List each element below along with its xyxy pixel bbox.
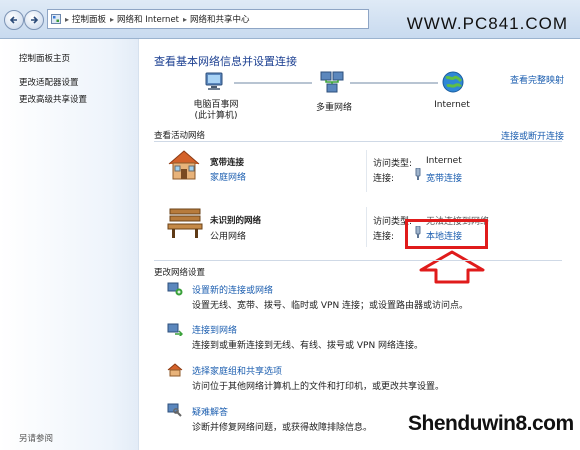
- access-type-value: Internet: [426, 156, 462, 166]
- map-connector-line: [234, 82, 312, 84]
- watermark-top: WWW.PC841.COM: [406, 14, 568, 33]
- sidebar: 控制面板主页 更改适配器设置 更改高级共享设置 另请参阅: [0, 39, 139, 450]
- divider: [154, 260, 562, 261]
- connections-label: 连接:: [373, 232, 395, 242]
- page-title: 查看基本网络信息并设置连接: [154, 55, 297, 68]
- forward-button[interactable]: [24, 10, 44, 30]
- map-internet-label: Internet: [434, 100, 470, 110]
- map-network-label: 多重网络: [315, 103, 352, 113]
- map-connector-line: [350, 82, 438, 84]
- homegroup-icon: [167, 363, 183, 380]
- control-panel-icon: [51, 14, 61, 24]
- task-description: 连接到或重新连接到无线、有线、拨号或 VPN 网络连接。: [192, 341, 424, 351]
- network-type: 公用网络: [210, 232, 247, 242]
- network-name: 宽带连接: [210, 158, 245, 168]
- computer-name: 电脑百事网: [193, 100, 239, 110]
- computer-subtitle: (此计算机): [194, 111, 238, 121]
- map-computer-label: 电脑百事网 (此计算机): [189, 100, 243, 122]
- divider: [366, 150, 367, 192]
- house-icon: [166, 148, 202, 185]
- task-description: 诊断并修复网络问题，或获得故障排除信息。: [192, 423, 373, 433]
- chevron-right-icon: ▸: [110, 14, 115, 24]
- watermark-bottom: Shenduwin8.com: [408, 412, 574, 435]
- connect-network-icon: [167, 322, 184, 339]
- troubleshoot-icon: [167, 403, 183, 420]
- breadcrumb-network-center[interactable]: 网络和共享中心: [190, 13, 250, 25]
- setup-connection-icon: [167, 282, 183, 299]
- task-description: 设置无线、宽带、拨号、临时或 VPN 连接；或设置路由器或访问点。: [192, 301, 469, 311]
- multiple-networks-icon: [319, 70, 345, 97]
- highlight-box: [405, 219, 488, 249]
- access-type-label: 访问类型:: [373, 159, 413, 169]
- chevron-right-icon: ▸: [65, 14, 70, 24]
- task-homegroup-sharing[interactable]: 选择家庭组和共享选项: [192, 364, 282, 377]
- up-arrow-annotation: [418, 250, 486, 287]
- connections-label: 连接:: [373, 174, 395, 184]
- task-description: 访问位于其他网络计算机上的文件和打印机，或更改共享设置。: [192, 382, 445, 392]
- change-settings-heading: 更改网络设置: [154, 268, 206, 278]
- broadband-connection-link[interactable]: 宽带连接: [426, 171, 462, 184]
- sidebar-item-adapter-settings[interactable]: 更改适配器设置: [19, 76, 79, 88]
- divider: [154, 141, 562, 142]
- network-name: 未识别的网络: [210, 216, 262, 226]
- sidebar-item-control-panel-home[interactable]: 控制面板主页: [19, 52, 70, 64]
- internet-globe-icon: [442, 71, 464, 96]
- back-button[interactable]: [4, 10, 24, 30]
- sidebar-item-advanced-sharing[interactable]: 更改高级共享设置: [19, 93, 87, 105]
- task-troubleshoot[interactable]: 疑难解答: [192, 405, 228, 418]
- network-type-link[interactable]: 家庭网络: [210, 170, 246, 183]
- divider: [366, 207, 367, 247]
- computer-icon: [204, 72, 226, 95]
- breadcrumb-network-internet[interactable]: 网络和 Internet: [117, 13, 179, 25]
- active-networks-heading: 查看活动网络: [154, 131, 206, 141]
- task-setup-connection[interactable]: 设置新的连接或网络: [192, 283, 273, 296]
- title-bar: ▸ 控制面板 ▸ 网络和 Internet ▸ 网络和共享中心 WWW.PC84…: [0, 0, 580, 39]
- forward-arrow-icon: [31, 16, 39, 24]
- park-bench-icon: [166, 205, 204, 242]
- network-adapter-icon: [414, 167, 422, 183]
- breadcrumb-control-panel[interactable]: 控制面板: [72, 13, 106, 25]
- full-map-link[interactable]: 查看完整映射: [510, 73, 564, 86]
- address-bar[interactable]: ▸ 控制面板 ▸ 网络和 Internet ▸ 网络和共享中心: [47, 9, 369, 29]
- chevron-right-icon: ▸: [183, 14, 188, 24]
- see-also-heading: 另请参阅: [19, 434, 54, 444]
- task-connect-network[interactable]: 连接到网络: [192, 323, 237, 336]
- back-arrow-icon: [9, 16, 17, 24]
